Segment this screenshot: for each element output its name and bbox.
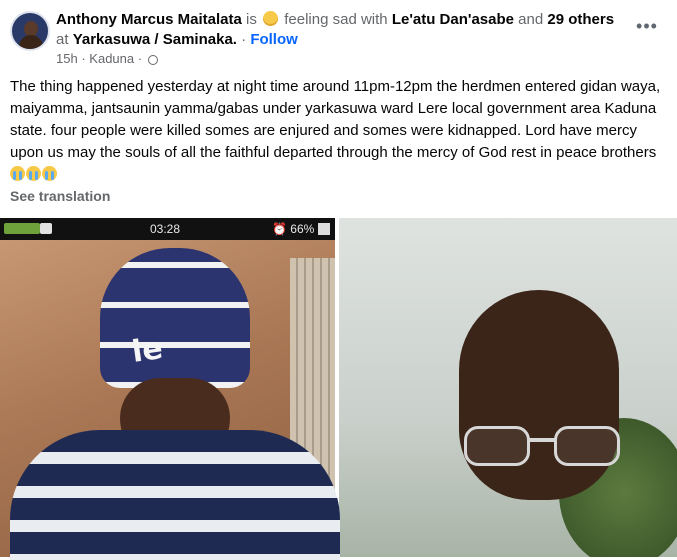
photo-right-subject [339, 218, 677, 557]
post-meta: 15h · Kaduna · [56, 51, 158, 67]
more-options-icon[interactable]: ••• [633, 14, 661, 42]
phone-status-bar: 03:28 ⏰ 66% [0, 218, 335, 240]
post-body-text: The thing happened yesterday at night ti… [10, 78, 661, 161]
meta-dot: · [81, 51, 86, 66]
meta-dot-2: · [137, 51, 143, 66]
crying-emoji-icon [42, 166, 57, 181]
tagged-person-link[interactable]: Le'atu Dan'asabe [392, 11, 514, 28]
at-text: at [56, 31, 69, 48]
others-link[interactable]: 29 others [547, 11, 614, 28]
post-header: Anthony Marcus Maitalata is feeling sad … [0, 0, 677, 66]
see-translation-link[interactable]: See translation [10, 188, 110, 204]
author-avatar[interactable] [10, 11, 50, 51]
author-name[interactable]: Anthony Marcus Maitalata [56, 11, 242, 28]
and-text: and [518, 11, 544, 28]
post-headline: Anthony Marcus Maitalata is feeling sad … [56, 10, 626, 50]
photo-left-sweater [10, 430, 340, 560]
post-body: The thing happened yesterday at night ti… [10, 76, 670, 186]
post-time[interactable]: 15h [56, 51, 78, 66]
status-app-icon [4, 223, 40, 234]
separator-dot: · [241, 31, 247, 48]
feeling-sad-emoji-icon [263, 11, 279, 26]
status-signal-icon [318, 223, 330, 235]
status-time: 03:28 [150, 222, 181, 236]
follow-button[interactable]: Follow [250, 31, 298, 48]
feeling-text: feeling sad with [284, 11, 388, 28]
status-battery: ⏰ 66% [272, 222, 315, 236]
beanie-text: le [129, 331, 165, 370]
photo-right-head [459, 290, 619, 500]
location-link[interactable]: Yarkasuwa / Saminaka. [73, 31, 237, 48]
status-app-icon-2 [40, 223, 52, 234]
glasses [464, 426, 624, 466]
crying-emoji-icon [10, 166, 25, 181]
crying-emoji-icon [26, 166, 41, 181]
meta-location[interactable]: Kaduna [89, 51, 134, 66]
is-text: is [246, 11, 257, 28]
photo-left-beanie [100, 248, 250, 388]
globe-icon [147, 55, 158, 65]
